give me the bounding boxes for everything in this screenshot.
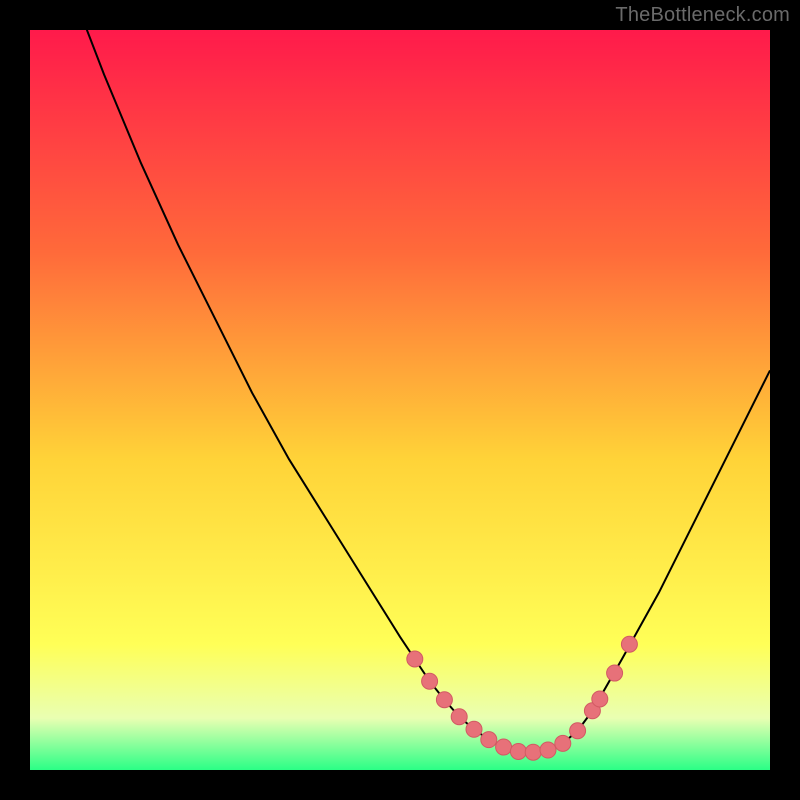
curve-marker bbox=[540, 742, 556, 758]
watermark-text: TheBottleneck.com bbox=[615, 4, 790, 27]
curve-marker bbox=[555, 735, 571, 751]
chart-svg bbox=[30, 30, 770, 770]
curve-marker bbox=[607, 665, 623, 681]
curve-marker bbox=[407, 651, 423, 667]
curve-marker bbox=[621, 636, 637, 652]
curve-marker bbox=[466, 721, 482, 737]
curve-marker bbox=[525, 744, 541, 760]
curve-marker bbox=[570, 723, 586, 739]
curve-marker bbox=[481, 732, 497, 748]
curve-marker bbox=[436, 692, 452, 708]
chart-frame: TheBottleneck.com bbox=[0, 0, 800, 800]
curve-marker bbox=[451, 709, 467, 725]
plot-area bbox=[30, 30, 770, 770]
curve-marker bbox=[592, 691, 608, 707]
curve-marker bbox=[510, 744, 526, 760]
curve-marker bbox=[422, 673, 438, 689]
curve-marker bbox=[496, 739, 512, 755]
gradient-background bbox=[30, 30, 770, 770]
